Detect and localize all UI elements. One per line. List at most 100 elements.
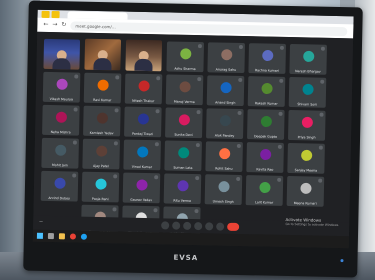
avatar — [55, 111, 67, 123]
file-explorer-icon[interactable] — [58, 233, 65, 240]
participant-name: Sunita Devi — [174, 132, 193, 137]
participant-tile[interactable]: Gaurav Yadav — [122, 172, 161, 204]
muted-mic-icon — [113, 174, 118, 179]
participant-tile[interactable]: Arvind Dubey — [40, 170, 79, 202]
avatar — [301, 83, 314, 96]
muted-mic-icon — [236, 143, 241, 149]
participant-tile[interactable]: Rohit Sahu — [205, 141, 243, 173]
participant-name: Vikash Maurya — [49, 96, 73, 102]
participant-name: Ravi Kumar — [93, 97, 112, 103]
participant-tile[interactable]: Kavita Rao — [246, 142, 284, 173]
participant-tile[interactable]: Naresh Bhargav — [289, 44, 328, 75]
reload-icon[interactable]: ↻ — [61, 21, 66, 28]
participant-tile[interactable]: Lalit Kumar — [245, 175, 284, 206]
participant-tile[interactable]: Suman Lata — [164, 140, 202, 172]
participant-name: Deepak Gupta — [254, 134, 278, 139]
present-button[interactable] — [205, 222, 214, 231]
participant-tile[interactable]: Neha Mishra — [42, 104, 80, 136]
participant-tile[interactable]: Rachna kumari — [248, 43, 287, 74]
participant-tile[interactable]: Meena Kumari — [286, 175, 325, 207]
extension-icon[interactable] — [41, 10, 50, 18]
edge-icon[interactable] — [80, 233, 87, 240]
muted-mic-icon — [155, 109, 160, 114]
chrome-icon[interactable] — [69, 233, 76, 240]
forward-icon[interactable]: → — [52, 21, 57, 28]
participant-tile[interactable]: Anand Singh — [206, 75, 245, 107]
muted-mic-icon — [154, 175, 159, 180]
power-led — [340, 259, 344, 263]
start-icon[interactable] — [36, 232, 44, 239]
participant-tile[interactable]: Pankaj Tiwari — [124, 106, 162, 138]
avatar — [179, 48, 191, 60]
participant-name: Anand Singh — [215, 100, 236, 105]
avatar — [95, 145, 107, 157]
camera-button[interactable] — [172, 221, 181, 230]
muted-mic-icon — [237, 110, 242, 116]
participant-tile[interactable]: Rakesh Kumar — [247, 76, 286, 107]
avatar — [260, 115, 272, 128]
muted-mic-icon — [279, 45, 284, 50]
avatar — [220, 49, 232, 61]
muted-mic-icon — [318, 145, 323, 150]
participant-tile[interactable]: Mohit Jain — [41, 137, 79, 169]
participant-tile[interactable]: Ajay Patel — [82, 138, 120, 170]
back-icon[interactable]: ← — [43, 21, 48, 28]
participant-tile[interactable]: Kamlesh Yadav — [83, 105, 121, 137]
muted-mic-icon — [238, 77, 243, 83]
extension-icon[interactable] — [51, 11, 60, 19]
raise-hand-button[interactable] — [194, 222, 203, 231]
muted-mic-icon — [156, 76, 161, 81]
avatar — [218, 148, 230, 160]
captions-button[interactable] — [183, 221, 192, 230]
participant-name: Naresh Bhargav — [295, 69, 321, 74]
muted-mic-icon — [279, 78, 284, 83]
more-options-button[interactable] — [216, 222, 225, 231]
participant-tile[interactable]: Shivam Soni — [288, 77, 327, 108]
participant-tile[interactable]: Alok Pandey — [206, 108, 244, 140]
participant-tile[interactable]: Ritu Verma — [163, 173, 202, 205]
avatar — [136, 146, 148, 158]
video-tile-2[interactable] — [84, 38, 122, 71]
video-tile-1[interactable] — [43, 38, 81, 70]
avatar — [178, 81, 191, 93]
avatar — [260, 82, 273, 95]
mic-button[interactable] — [161, 221, 170, 230]
muted-mic-icon — [73, 107, 78, 112]
muted-mic-icon — [114, 108, 119, 113]
muted-mic-icon — [238, 44, 243, 50]
participant-name: Neha Mishra — [50, 130, 71, 135]
browser-tab[interactable] — [67, 10, 128, 20]
participant-tile[interactable]: Deepak Gupta — [247, 109, 285, 140]
muted-mic-icon — [196, 110, 201, 115]
participant-tile[interactable]: Manoj Verma — [165, 74, 204, 106]
participant-tile[interactable]: Ashu Sharma — [166, 41, 205, 73]
participant-tile[interactable]: Sanjay Meena — [287, 142, 325, 174]
avatar — [299, 182, 312, 194]
participant-tile[interactable]: Umesh Singh — [204, 174, 243, 206]
monitor: ← → ↻ meet.google.com/… Ashu Sharma Anura… — [23, 0, 363, 278]
participant-name: Anurag Sahu — [215, 67, 237, 72]
video-tile-3[interactable] — [125, 39, 163, 72]
participant-tile[interactable]: Vinod Kumar — [123, 139, 161, 171]
participant-tile[interactable]: Anurag Sahu — [207, 42, 246, 74]
muted-mic-icon — [113, 141, 118, 146]
participant-tile[interactable]: Pooja Rani — [81, 171, 120, 203]
participant-tile[interactable]: Nitesh Thakur — [124, 73, 163, 105]
participant-name: Manoj Verma — [173, 99, 195, 105]
search-icon[interactable] — [47, 232, 54, 240]
muted-mic-icon — [115, 75, 120, 80]
participant-body — [93, 58, 112, 71]
participant-tile[interactable]: Sunita Devi — [165, 107, 203, 139]
participant-tile[interactable]: Priya Singh — [288, 109, 326, 141]
participant-name: Gaurav Yadav — [130, 197, 153, 203]
participant-tile[interactable]: Ravi Kumar — [83, 72, 122, 104]
muted-mic-icon — [194, 209, 199, 214]
leave-call-button[interactable] — [227, 222, 240, 231]
participant-body — [52, 57, 71, 70]
activate-windows-watermark: Activate Windows Go to Settings to activ… — [285, 217, 339, 228]
muted-mic-icon — [197, 77, 202, 82]
participant-tile[interactable]: Vikash Maurya — [42, 71, 81, 103]
participant-name: Lalit Kumar — [255, 200, 274, 205]
participant-name: Mohit Jain — [52, 163, 68, 168]
participant-name: Pankaj Tiwari — [132, 131, 154, 137]
